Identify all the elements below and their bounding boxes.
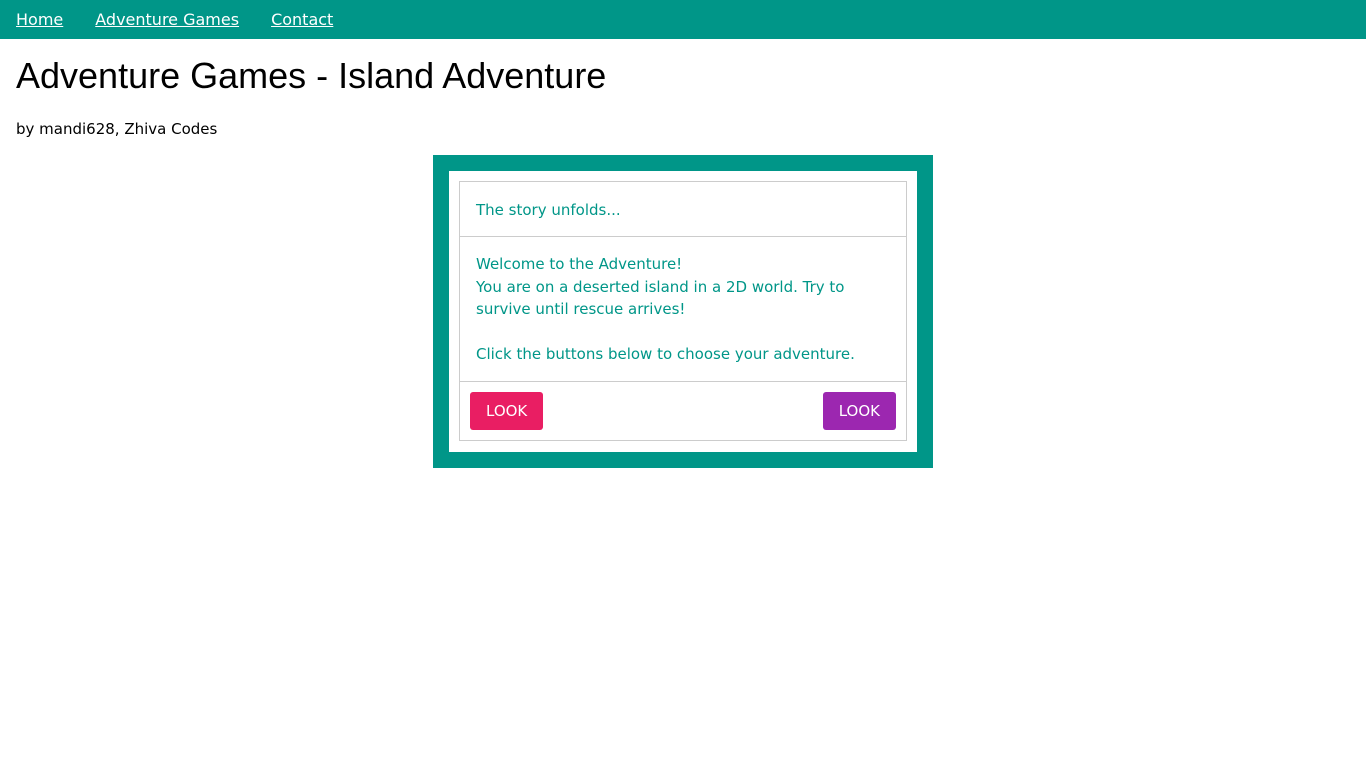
look-button-right[interactable]: LOOK [822, 392, 896, 430]
choice-buttons: LOOK LOOK [460, 382, 906, 440]
author-byline: by mandi628, Zhiva Codes [16, 120, 218, 138]
game-panel: The story unfolds... Welcome to the Adve… [459, 181, 907, 441]
nav-link-home[interactable]: Home [16, 0, 63, 39]
story-text: Welcome to the Adventure! You are on a d… [460, 237, 906, 382]
nav-link-adventure-games[interactable]: Adventure Games [95, 0, 239, 39]
nav-link-contact[interactable]: Contact [271, 0, 333, 39]
story-spacer [476, 321, 890, 344]
story-line-instructions: Click the buttons below to choose your a… [476, 345, 855, 363]
game-container: The story unfolds... Welcome to the Adve… [449, 171, 917, 452]
story-header: The story unfolds... [460, 182, 906, 237]
page-title: Adventure Games - Island Adventure [16, 55, 607, 96]
story-line-island: You are on a deserted island in a 2D wor… [476, 277, 845, 319]
top-navbar: Home Adventure Games Contact [0, 0, 1366, 39]
look-button-left[interactable]: LOOK [470, 392, 544, 430]
game-frame: The story unfolds... Welcome to the Adve… [433, 155, 933, 468]
story-line-welcome: Welcome to the Adventure! [476, 255, 683, 273]
